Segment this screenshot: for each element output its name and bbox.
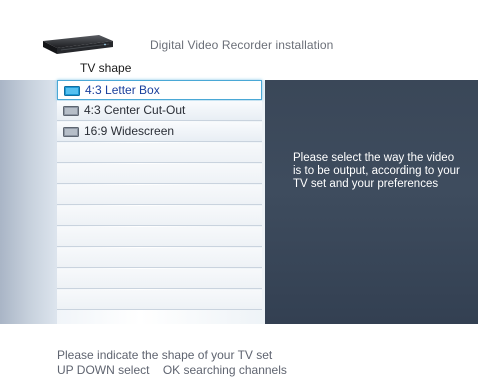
footer-hint: Please indicate the shape of your TV set — [57, 348, 273, 362]
option-label: 4:3 Center Cut-Out — [84, 103, 186, 117]
dvr-device-icon — [43, 35, 113, 54]
info-text: Please select the way the video is to be… — [293, 152, 460, 190]
option-letter-box[interactable]: 4:3 Letter Box — [57, 80, 262, 100]
empty-row — [57, 206, 262, 226]
key-hint-navigate: UP DOWN select — [57, 363, 150, 377]
tv-icon — [63, 106, 79, 116]
empty-row — [57, 290, 262, 310]
option-widescreen[interactable]: 16:9 Widescreen — [57, 122, 262, 142]
tv-icon — [64, 86, 80, 96]
empty-row — [57, 185, 262, 205]
app-title: Digital Video Recorder installation — [150, 38, 334, 52]
empty-row — [57, 227, 262, 247]
empty-row — [57, 269, 262, 289]
empty-row — [57, 164, 262, 184]
option-center-cut-out[interactable]: 4:3 Center Cut-Out — [57, 101, 262, 121]
option-label: 16:9 Widescreen — [84, 124, 175, 138]
empty-row — [57, 248, 262, 268]
empty-row — [57, 143, 262, 163]
key-hint-ok: OK searching channels — [162, 363, 287, 377]
footer: Please indicate the shape of your TV set… — [0, 324, 478, 391]
page-title: TV shape — [80, 61, 132, 75]
key-hints: UP DOWN select OK searching channels — [57, 363, 297, 377]
installation-screen: Digital Video Recorder installation TV s… — [0, 0, 478, 391]
option-label: 4:3 Letter Box — [85, 83, 160, 97]
header: Digital Video Recorder installation TV s… — [0, 0, 478, 80]
info-panel: Please select the way the video is to be… — [265, 80, 478, 324]
tv-icon — [63, 127, 79, 137]
